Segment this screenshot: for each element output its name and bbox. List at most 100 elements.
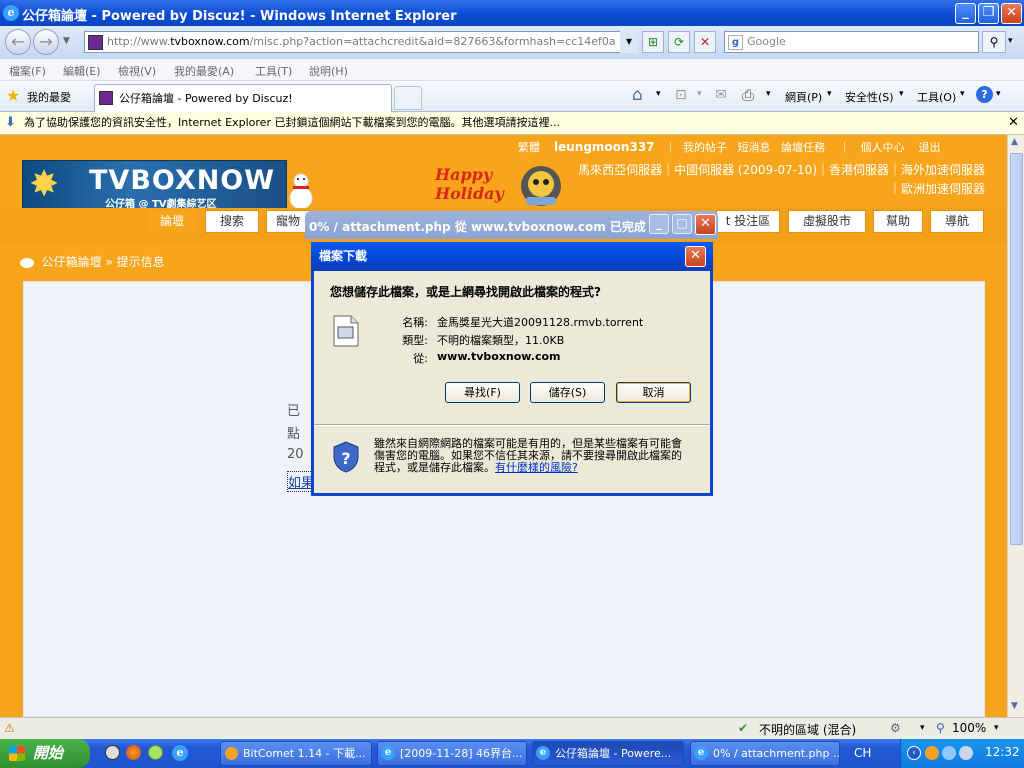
scrollbar-thumb[interactable] [1010, 153, 1023, 545]
scroll-up-icon[interactable]: ▲ [1011, 137, 1018, 147]
task-ie-2[interactable]: e 公仔箱論壇 - Powere... [532, 741, 684, 766]
safety-menu-button[interactable]: 安全性(S) [845, 89, 894, 105]
traditional-link[interactable]: 繁體 [518, 141, 540, 154]
message-text-line3: 20 [287, 447, 304, 462]
quicklaunch-green-icon[interactable] [148, 745, 163, 760]
tasks-link[interactable]: 論壇任務 [781, 141, 825, 154]
clock[interactable]: 12:32 [985, 745, 1020, 759]
help-dropdown-icon[interactable]: ▾ [996, 89, 1001, 99]
address-dropdown-icon[interactable]: ▾ [620, 31, 638, 53]
print-dropdown-icon[interactable]: ▾ [766, 89, 771, 99]
compat-view-icon[interactable]: ⊞ [642, 31, 664, 53]
username-link[interactable]: leungmoon337 [554, 140, 655, 154]
servers-line2[interactable]: ｜歐洲加速伺服器 [573, 180, 985, 199]
minimize-button[interactable]: _ [955, 3, 976, 24]
nav-search[interactable]: 搜索 [205, 210, 259, 233]
breadcrumb-home[interactable]: 公仔箱論壇 [42, 255, 102, 269]
type-label: 類型: [402, 334, 428, 347]
home-dropdown-icon[interactable]: ▾ [656, 89, 661, 99]
tab-label: 公仔箱論壇 - Powered by Discuz! [119, 92, 293, 105]
profile-link[interactable]: 個人中心 [860, 141, 904, 154]
site-logo[interactable]: ✸ TVBOXNOW 公仔箱 @ TV劇集綜艺区 [22, 160, 287, 210]
nav-betting[interactable]: t 投注區 [716, 210, 780, 233]
search-options-icon[interactable]: ▾ [1008, 36, 1013, 46]
progress-maximize-button[interactable]: □ [672, 214, 692, 234]
print-icon[interactable]: ⎙ [742, 86, 754, 104]
feeds-dropdown-icon[interactable]: ▾ [697, 89, 702, 99]
nav-stocks[interactable]: 虛擬股市 [788, 210, 866, 233]
home-icon[interactable]: ⌂ [632, 85, 643, 105]
nav-forum[interactable]: 論壇 [147, 210, 197, 233]
logout-link[interactable]: 退出 [918, 141, 940, 154]
page-dropdown-icon: ▾ [827, 89, 832, 99]
zoom-dropdown-icon[interactable]: ▾ [994, 723, 999, 733]
protected-dropdown-icon[interactable]: ▾ [920, 723, 925, 733]
infobar-close-icon[interactable]: ✕ [1008, 112, 1019, 134]
breadcrumb-separator: » [105, 255, 113, 269]
nav-help[interactable]: 幫助 [873, 210, 923, 233]
language-indicator[interactable]: CH [854, 746, 871, 760]
maximize-button[interactable]: ❐ [978, 3, 999, 24]
address-input[interactable]: http://www.tvboxnow.com/misc.php?action=… [84, 31, 638, 53]
mail-icon[interactable]: ✉ [715, 87, 727, 103]
protected-mode-icon[interactable]: ⚙ [890, 721, 901, 735]
favorites-button[interactable]: 我的最愛 [27, 89, 71, 105]
menu-edit[interactable]: 編輯(E) [63, 63, 101, 79]
favorites-star-icon[interactable]: ★ [6, 86, 20, 105]
forward-button[interactable]: → [33, 29, 59, 55]
tray-expand-icon[interactable]: ‹ [907, 746, 921, 760]
risk-link[interactable]: 有什麼樣的風險? [495, 461, 578, 474]
nav-pets[interactable]: 寵物 [266, 210, 310, 233]
feeds-icon[interactable]: ⊡ [675, 87, 687, 103]
information-bar[interactable]: ⬇ 為了協助保護您的資訊安全性，Internet Explorer 已封鎖這個網… [0, 112, 1024, 135]
dialog-title: 檔案下載 [319, 249, 368, 263]
progress-close-button[interactable]: ✕ [695, 214, 716, 235]
menu-view[interactable]: 檢視(V) [118, 63, 156, 79]
save-button[interactable]: 儲存(S) [530, 382, 605, 403]
stop-icon[interactable]: ✕ [694, 31, 716, 53]
messages-link[interactable]: 短消息 [738, 141, 771, 154]
nav-guide[interactable]: 導航 [930, 210, 984, 233]
quicklaunch-firefox-icon[interactable] [126, 745, 141, 760]
dialog-titlebar[interactable]: 檔案下載 ✕ [311, 242, 713, 271]
close-button[interactable]: ✕ [1001, 3, 1022, 24]
zone-text[interactable]: 不明的區域 (混合) [759, 721, 856, 738]
help-icon[interactable]: ? [976, 86, 993, 103]
menu-help[interactable]: 說明(H) [309, 63, 348, 79]
search-input[interactable]: g Google [724, 31, 979, 53]
address-toolbar: ← → ▼ http://www.tvboxnow.com/misc.php?a… [0, 26, 1024, 59]
quicklaunch-media-icon[interactable] [105, 745, 120, 760]
start-button[interactable]: 開始 [0, 739, 90, 768]
vertical-scrollbar[interactable]: ▲ ▼ [1007, 135, 1024, 717]
tray-app-icon[interactable] [942, 746, 956, 760]
menu-file[interactable]: 檔案(F) [9, 63, 46, 79]
quicklaunch-ie-icon[interactable]: e [172, 745, 188, 761]
task-download[interactable]: e 0% / attachment.php ... [690, 741, 840, 766]
scroll-down-icon[interactable]: ▼ [1011, 701, 1018, 711]
history-dropdown-icon[interactable]: ▼ [63, 36, 70, 46]
menu-favorites[interactable]: 我的最愛(A) [174, 63, 234, 79]
progress-minimize-button[interactable]: _ [649, 214, 669, 234]
warning-text-block: 雖然來自網際網路的檔案可能是有用的，但是某些檔案有可能會傷害您的電腦。如果您不信… [374, 438, 692, 474]
new-tab-button[interactable] [394, 86, 422, 110]
find-button[interactable]: 尋找(F) [445, 382, 520, 403]
menu-tools[interactable]: 工具(T) [255, 63, 292, 79]
zoom-level[interactable]: 100% [952, 721, 986, 735]
tray-bitcomet-icon[interactable] [925, 746, 939, 760]
my-posts-link[interactable]: 我的帖子 [683, 141, 727, 154]
message-text-line2: 點 [287, 427, 301, 442]
download-progress-titlebar[interactable]: 0% / attachment.php 從 www.tvboxnow.com 已… [305, 211, 718, 239]
tools-menu-button[interactable]: 工具(O) [917, 89, 956, 105]
tab-active[interactable]: 公仔箱論壇 - Powered by Discuz! [94, 84, 392, 112]
search-icon[interactable]: ⚲ [982, 31, 1006, 53]
task-ie-1[interactable]: e [2009-11-28] 46界台... [377, 741, 527, 766]
back-button[interactable]: ← [5, 29, 31, 55]
tray-network-icon[interactable] [959, 746, 973, 760]
servers-line1[interactable]: 馬來西亞伺服器｜中國伺服器 (2009-07-10)｜香港伺服器｜海外加速伺服器 [573, 161, 985, 180]
task-bitcomet[interactable]: BitComet 1.14 - 下載... [220, 741, 372, 766]
window-titlebar[interactable]: e 公仔箱論壇 - Powered by Discuz! - Windows I… [0, 0, 1024, 26]
cancel-button[interactable]: 取消 [616, 382, 691, 403]
dialog-close-button[interactable]: ✕ [685, 246, 706, 267]
page-menu-button[interactable]: 網頁(P) [785, 89, 822, 105]
refresh-icon[interactable]: ⟳ [668, 31, 690, 53]
